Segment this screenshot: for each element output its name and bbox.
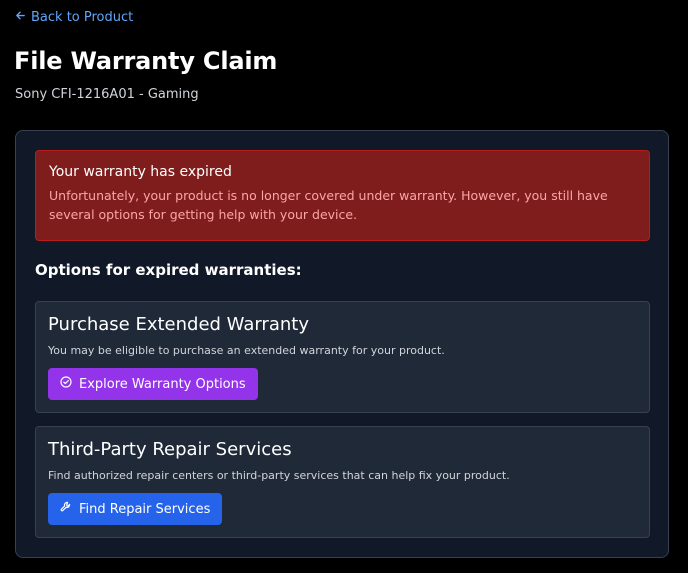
button-label: Find Repair Services bbox=[79, 501, 211, 517]
arrow-left-icon bbox=[15, 10, 26, 25]
alert-message: Unfortunately, your product is no longer… bbox=[49, 188, 608, 222]
option-description: You may be eligible to purchase an exten… bbox=[48, 344, 445, 357]
repair-services-option: Third-Party Repair Services Find authori… bbox=[35, 426, 650, 538]
explore-warranty-options-button[interactable]: Explore Warranty Options bbox=[48, 368, 258, 400]
option-title: Purchase Extended Warranty bbox=[48, 314, 309, 335]
warranty-expired-alert: Your warranty has expired Unfortunately,… bbox=[35, 150, 650, 241]
back-to-product-link[interactable]: Back to Product bbox=[15, 10, 133, 25]
alert-title: Your warranty has expired bbox=[49, 164, 232, 180]
back-link-label: Back to Product bbox=[31, 10, 134, 25]
option-title: Third-Party Repair Services bbox=[48, 439, 292, 460]
product-name: Sony CFI-1216A01 - Gaming bbox=[15, 87, 199, 102]
option-description: Find authorized repair centers or third-… bbox=[48, 469, 510, 482]
button-label: Explore Warranty Options bbox=[79, 376, 246, 392]
page-title: File Warranty Claim bbox=[14, 47, 278, 75]
find-repair-services-button[interactable]: Find Repair Services bbox=[48, 493, 223, 525]
warranty-claim-page: Back to Product File Warranty Claim Sony… bbox=[0, 0, 688, 573]
extended-warranty-option: Purchase Extended Warranty You may be el… bbox=[35, 301, 650, 413]
options-heading: Options for expired warranties: bbox=[35, 261, 302, 279]
warranty-card: Your warranty has expired Unfortunately,… bbox=[15, 130, 669, 558]
check-circle-icon bbox=[60, 376, 72, 392]
wrench-icon bbox=[60, 501, 72, 517]
